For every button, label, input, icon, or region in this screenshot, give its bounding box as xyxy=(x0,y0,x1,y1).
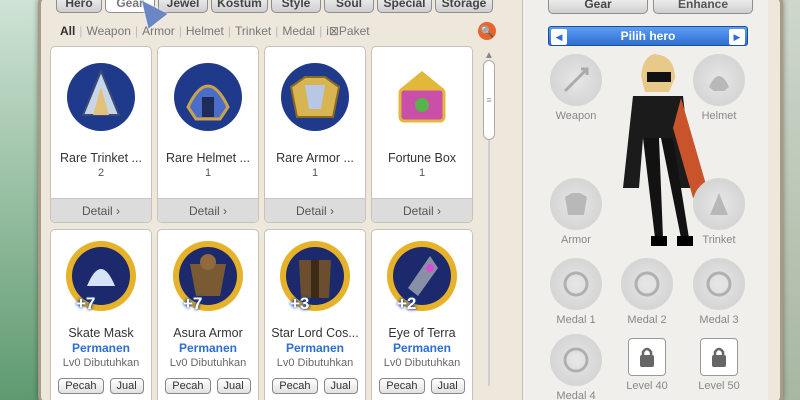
item-name: Star Lord Cos... xyxy=(271,326,359,340)
item-quantity: 1 xyxy=(418,167,426,179)
item-requirement: Lv0 Dibutuhkan xyxy=(62,357,140,369)
helmet-slot[interactable]: Helmet xyxy=(691,54,747,122)
item-card[interactable]: +3 Star Lord Cos... Permanen Lv0 Dibutuh… xyxy=(264,229,366,400)
filter-trinket[interactable]: Trinket xyxy=(231,24,275,38)
item-name: Rare Trinket ... xyxy=(60,151,142,165)
prev-hero-icon[interactable]: ◀ xyxy=(551,29,567,45)
enhance-level: +7 xyxy=(76,294,96,313)
background-left xyxy=(0,0,42,400)
item-name: Asura Armor xyxy=(173,326,243,340)
trinket-icon xyxy=(51,47,151,147)
filter-all[interactable]: All xyxy=(56,24,79,38)
item-name: Skate Mask xyxy=(68,326,134,340)
category-tabs: Hero Gear Jewel Kostum Style Soul Specia… xyxy=(56,0,493,13)
jual-button[interactable]: Jual xyxy=(430,378,465,394)
asura-armor-icon: +7 xyxy=(158,230,258,322)
item-quantity: 1 xyxy=(204,167,212,179)
scroll-thumb[interactable]: ≡ xyxy=(483,60,495,140)
item-card[interactable]: +2 Eye of Terra Permanen Lv0 Dibutuhkan … xyxy=(371,229,473,400)
jual-button[interactable]: Jual xyxy=(323,378,358,394)
locked-slot-50: Level 50 xyxy=(691,334,747,392)
tab-soul[interactable]: Soul xyxy=(324,0,374,13)
armor-slot[interactable]: Armor xyxy=(548,178,604,246)
filter-helmet[interactable]: Helmet xyxy=(182,24,228,38)
pecah-button[interactable]: Pecah xyxy=(379,378,425,394)
tab-kostum[interactable]: Kostum xyxy=(211,0,268,13)
item-card[interactable]: Rare Armor ... 1 Detail › xyxy=(264,46,366,223)
filter-row: All | Weapon | Armor | Helmet | Trinket | Med… xyxy=(56,24,374,38)
item-card[interactable]: Rare Helmet ... 1 Detail › xyxy=(157,46,259,223)
trinket-slot[interactable]: Trinket xyxy=(691,178,747,246)
item-card[interactable]: Rare Trinket ... 2 Detail › xyxy=(50,46,152,223)
filter-medal[interactable]: Medal xyxy=(278,24,319,38)
item-card[interactable]: +7 Skate Mask Permanen Lv0 Dibutuhkan Pe… xyxy=(50,229,152,400)
lock-icon xyxy=(628,338,666,376)
detail-button[interactable]: Detail › xyxy=(51,198,151,222)
tab-hero[interactable]: Hero xyxy=(56,0,102,13)
hero-selector[interactable]: ◀ Pilih hero ▶ xyxy=(548,26,748,46)
medal-3-slot[interactable]: Medal 3 xyxy=(691,258,747,326)
item-quantity: 2 xyxy=(97,167,105,179)
detail-button[interactable]: Detail › xyxy=(158,198,258,222)
weapon-slot[interactable]: Weapon xyxy=(548,54,604,122)
filter-armor[interactable]: Armor xyxy=(138,24,179,38)
star-lord-icon: +3 xyxy=(265,230,365,322)
item-name: Rare Helmet ... xyxy=(165,151,251,165)
item-name: Fortune Box xyxy=(387,151,457,165)
item-requirement: Lv0 Dibutuhkan xyxy=(169,357,247,369)
tab-special[interactable]: Special xyxy=(377,0,432,13)
tab-enhance[interactable]: Enhance xyxy=(653,0,753,14)
armor-icon xyxy=(265,47,365,147)
trinket-slot-icon xyxy=(693,178,745,230)
detail-button[interactable]: Detail › xyxy=(372,198,472,222)
item-permanence: Permanen xyxy=(178,341,238,355)
next-hero-icon[interactable]: ▶ xyxy=(729,29,745,45)
locked-slot-40: Level 40 xyxy=(619,334,675,392)
medal-slot-icon xyxy=(550,334,602,386)
medal-2-slot[interactable]: Medal 2 xyxy=(619,258,675,326)
lock-icon xyxy=(700,338,738,376)
filter-paket[interactable]: i⊠Paket xyxy=(322,24,373,38)
hero-select-label: Pilih hero xyxy=(620,29,676,43)
eye-of-terra-icon: +2 xyxy=(372,230,472,322)
detail-button[interactable]: Detail › xyxy=(265,198,365,222)
item-permanence: Permanen xyxy=(285,341,345,355)
jual-button[interactable]: Jual xyxy=(109,378,144,394)
fortune-box-icon xyxy=(372,47,472,147)
item-requirement: Lv0 Dibutuhkan xyxy=(276,357,354,369)
medal-slot-icon xyxy=(621,258,673,310)
item-quantity: 1 xyxy=(311,167,319,179)
enhance-level: +3 xyxy=(290,294,310,313)
item-permanence: Permanen xyxy=(71,341,131,355)
enhance-level: +7 xyxy=(183,294,203,313)
medal-4-slot[interactable]: Medal 4 xyxy=(548,334,604,400)
armor-slot-icon xyxy=(550,178,602,230)
item-card[interactable]: Fortune Box 1 Detail › xyxy=(371,46,473,223)
helmet-icon xyxy=(158,47,258,147)
item-requirement: Lv0 Dibutuhkan xyxy=(383,357,461,369)
pecah-button[interactable]: Pecah xyxy=(165,378,211,394)
item-card[interactable]: +7 Asura Armor Permanen Lv0 Dibutuhkan P… xyxy=(157,229,259,400)
weapon-slot-icon xyxy=(550,54,602,106)
pecah-button[interactable]: Pecah xyxy=(272,378,318,394)
mask-icon: +7 xyxy=(51,230,151,322)
equipment-panel: Gear Enhance ◀ Pilih hero ▶ Weapon Helme… xyxy=(522,0,768,400)
enhance-level: +2 xyxy=(397,294,417,313)
medal-1-slot[interactable]: Medal 1 xyxy=(548,258,604,326)
tab-storage[interactable]: Storage xyxy=(435,0,493,13)
helmet-slot-icon xyxy=(693,54,745,106)
search-icon[interactable]: 🔍 xyxy=(478,22,496,40)
item-name: Rare Armor ... xyxy=(276,151,354,165)
item-permanence: Permanen xyxy=(392,341,452,355)
filter-weapon[interactable]: Weapon xyxy=(82,24,134,38)
pecah-button[interactable]: Pecah xyxy=(58,378,104,394)
tab-style[interactable]: Style xyxy=(271,0,321,13)
medal-slot-icon xyxy=(693,258,745,310)
medal-slot-icon xyxy=(550,258,602,310)
item-name: Eye of Terra xyxy=(388,326,456,340)
scrollbar[interactable]: ▲ ≡ xyxy=(483,50,497,400)
tab-gear-panel[interactable]: Gear xyxy=(548,0,648,14)
jual-button[interactable]: Jual xyxy=(216,378,251,394)
